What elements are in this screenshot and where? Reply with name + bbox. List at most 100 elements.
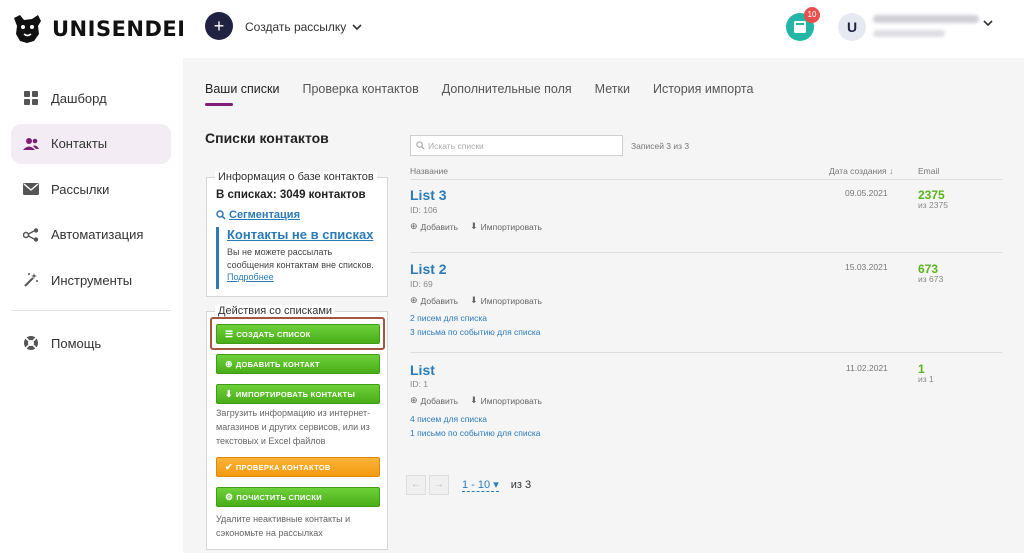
list-name-link[interactable]: List 3 <box>410 187 447 203</box>
avatar[interactable]: U <box>838 13 866 41</box>
col-header-email: Email <box>918 166 940 176</box>
next-page-button[interactable]: → <box>429 475 449 495</box>
more-link[interactable]: Подробнее <box>227 272 274 282</box>
add-to-list-button[interactable]: ⊕ Добавить <box>410 395 458 406</box>
import-contacts-button[interactable]: ⬇ ИМПОРТИРОВАТЬ КОНТАКТЫ <box>216 384 380 404</box>
row-date: 15.03.2021 <box>845 262 888 272</box>
import-to-list-button[interactable]: ⬇ Импортировать <box>470 395 542 406</box>
page-size-dropdown[interactable]: 1 - 10 ▾ <box>462 478 499 492</box>
not-in-lists-text: Вы не можете рассылать сообщения контакт… <box>227 246 380 284</box>
plus-circle-icon: ⊕ <box>225 358 233 369</box>
list-name-link[interactable]: List 2 <box>410 261 447 277</box>
table-divider <box>410 252 1002 253</box>
list-id: ID: 69 <box>410 279 433 289</box>
nav-item-help[interactable]: Помощь <box>11 323 171 363</box>
search-placeholder: Искать списки <box>428 140 484 151</box>
add-label: Добавить <box>420 395 459 406</box>
list-id: ID: 1 <box>410 379 428 389</box>
in-lists-count: В списках: 3049 контактов <box>216 189 366 201</box>
col-header-date[interactable]: Дата создания ↓ <box>829 166 893 176</box>
page-title: Списки контактов <box>205 130 329 146</box>
pagination: ← → 1 - 10 ▾ из 3 <box>406 475 531 495</box>
contacts-info-box: Информация о базе контактов В списках: 3… <box>206 171 388 297</box>
page-total: из 3 <box>510 479 532 491</box>
arrow-left-icon: ← <box>411 479 421 490</box>
row-date: 09.05.2021 <box>845 188 888 198</box>
tabs: Ваши списки Проверка контактов Дополните… <box>205 82 776 106</box>
chevron-down-icon <box>352 23 362 30</box>
nav-item-dashboard[interactable]: Дашборд <box>11 78 171 118</box>
nav-item-automation[interactable]: Автоматизация <box>11 215 171 255</box>
users-icon <box>23 136 39 152</box>
lifebuoy-icon <box>23 335 39 351</box>
brand-name: UNISENDER <box>52 17 194 41</box>
add-to-list-button[interactable]: ⊕ Добавить <box>410 221 458 232</box>
import-label: Импортировать <box>480 295 542 306</box>
list-event-letters-link[interactable]: 1 письмо по событию для списка <box>410 428 541 438</box>
import-to-list-button[interactable]: ⬇ Импортировать <box>470 221 542 232</box>
table-divider <box>410 352 1002 353</box>
import-hint: Загрузить информацию из интернет-магазин… <box>216 408 371 446</box>
box-legend: Действия со списками <box>215 305 336 317</box>
list-letters-link[interactable]: 2 писем для списка <box>410 313 487 323</box>
create-mailing-dropdown[interactable]: Создать рассылку <box>245 20 362 34</box>
logo[interactable]: UNISENDER <box>10 12 194 46</box>
import-to-list-button[interactable]: ⬇ Импортировать <box>470 295 542 306</box>
create-plus-button[interactable]: + <box>205 12 233 40</box>
import-label: Импортировать <box>480 221 542 232</box>
list-name-link[interactable]: List <box>410 362 435 378</box>
main-nav: Дашборд Контакты Рассылки Автоматизация … <box>11 78 171 369</box>
check-icon: ✔ <box>225 461 233 472</box>
import-label: Импортировать <box>480 395 542 406</box>
prev-page-button[interactable]: ← <box>406 475 426 495</box>
clean-lists-label: ПОЧИСТИТЬ СПИСКИ <box>236 492 322 502</box>
nav-item-tools[interactable]: Инструменты <box>11 260 171 300</box>
not-in-lists-block: Контакты не в списках Вы не можете рассы… <box>216 227 380 289</box>
list-actions-box: Действия со списками ☰ СОЗДАТЬ СПИСОК ⊕ … <box>206 305 388 550</box>
create-list-button[interactable]: ☰ СОЗДАТЬ СПИСОК <box>216 324 380 344</box>
dog-logo-icon <box>14 15 41 43</box>
nav-item-contacts[interactable]: Контакты <box>11 123 171 164</box>
main-content: Ваши списки Проверка контактов Дополните… <box>183 58 1024 553</box>
chevron-down-icon[interactable] <box>983 20 993 27</box>
search-input[interactable]: Искать списки <box>410 135 623 156</box>
row-email-total: из 673 <box>918 274 944 284</box>
search-icon <box>216 210 226 220</box>
tab-extra-fields[interactable]: Дополнительные поля <box>442 82 572 106</box>
nav-item-mailings[interactable]: Рассылки <box>11 169 171 209</box>
search-icon <box>416 141 425 150</box>
list-event-letters-link[interactable]: 3 письма по событию для списка <box>410 327 541 337</box>
not-in-lists-description: Вы не можете рассылать сообщения контакт… <box>227 247 374 270</box>
top-bar: + Создать рассылку 10 U <box>183 0 1024 58</box>
row-date: 11.02.2021 <box>846 363 888 373</box>
clean-lists-button[interactable]: ⚙ ПОЧИСТИТЬ СПИСКИ <box>216 487 380 507</box>
share-icon <box>23 227 39 243</box>
box-legend: Информация о базе контактов <box>215 171 377 183</box>
add-contact-button[interactable]: ⊕ ДОБАВИТЬ КОНТАКТ <box>216 354 380 374</box>
row-actions: ⊕ Добавить ⬇ Импортировать <box>410 221 554 232</box>
create-mailing-label: Создать рассылку <box>245 20 347 34</box>
col-header-name[interactable]: Название <box>410 166 448 176</box>
segmentation-link[interactable]: Сегментация <box>216 209 300 221</box>
download-icon: ⬇ <box>225 388 233 399</box>
download-icon: ⬇ <box>470 395 478 405</box>
arrow-right-icon: → <box>434 479 444 490</box>
check-contacts-button[interactable]: ✔ ПРОВЕРКА КОНТАКТОВ <box>216 457 380 477</box>
nav-divider <box>11 310 171 311</box>
nav-label: Автоматизация <box>51 227 144 242</box>
mail-icon <box>23 181 39 197</box>
magic-wand-icon <box>23 272 39 288</box>
nav-label: Дашборд <box>51 90 107 106</box>
add-contact-label: ДОБАВИТЬ КОНТАКТ <box>235 359 320 369</box>
page-range-label: 1 - 10 <box>462 479 491 491</box>
add-to-list-button[interactable]: ⊕ Добавить <box>410 295 458 306</box>
tab-your-lists[interactable]: Ваши списки <box>205 82 279 106</box>
nav-label: Контакты <box>51 136 108 151</box>
tab-contact-check[interactable]: Проверка контактов <box>302 82 418 106</box>
tab-tags[interactable]: Метки <box>595 82 630 106</box>
not-in-lists-link[interactable]: Контакты не в списках <box>227 227 380 242</box>
check-contacts-label: ПРОВЕРКА КОНТАКТОВ <box>235 462 331 472</box>
tab-import-history[interactable]: История импорта <box>653 82 753 106</box>
list-letters-link[interactable]: 4 писем для списка <box>410 414 487 424</box>
table-divider <box>410 179 1002 180</box>
